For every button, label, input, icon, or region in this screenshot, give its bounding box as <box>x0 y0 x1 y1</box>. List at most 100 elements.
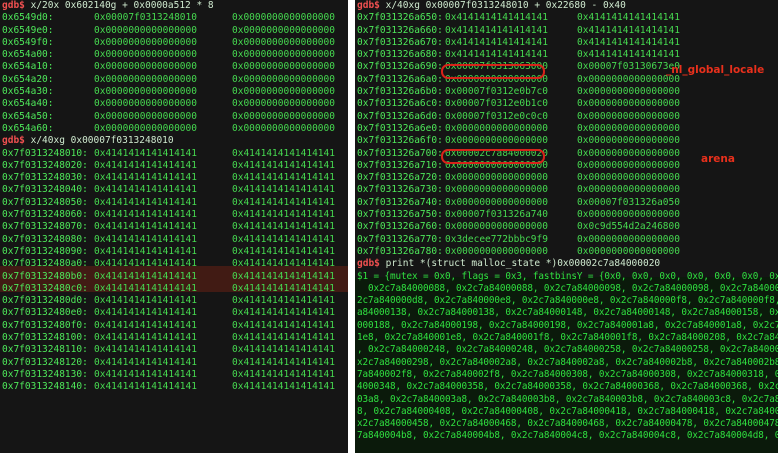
memory-row: 0x7f03132480b0: 0x4141414141414141 0x41414… <box>0 271 348 283</box>
memory-value: 0x4141414141414141 <box>94 381 197 393</box>
memory-address: 0x7f0313248010: <box>2 147 88 159</box>
memory-address: 0x7f031326a680: <box>357 49 443 61</box>
left-terminal[interactable]: gdb$ x/20x 0x602140g + 0x0000a512 * 8 0x6… <box>0 0 348 453</box>
memory-address: 0x654a10: <box>2 61 54 73</box>
memory-address: 0x7f03132480c0: <box>2 282 88 294</box>
memory-value: 0x0000000000000000 <box>232 86 335 98</box>
memory-address: 0x7f031326a730: <box>357 184 443 196</box>
memory-row: 0x7f031326a6d0: 0x00007f0312e0c0c0 0x00000… <box>355 111 778 123</box>
memory-address: 0x654a50: <box>2 110 54 122</box>
memory-value: 0x4141414141414141 <box>232 258 335 270</box>
memory-address: 0x7f031326a700: <box>357 147 443 159</box>
gdb-prompt: gdb$ <box>2 0 25 11</box>
memory-value: 0x4141414141414141 <box>94 319 197 331</box>
memory-row: 0x7f031326a750: 0x00007f031326a740 0x00000… <box>355 209 778 221</box>
memory-value: 0x0000000000000000 <box>232 61 335 73</box>
memory-row: 0x7f0313248020: 0x4141414141414141 0x41414… <box>0 160 348 172</box>
memory-value: 0x0000000000000000 <box>445 135 548 147</box>
memory-address: 0x7f0313248060: <box>2 209 88 221</box>
memory-row: 0x7f0313248060: 0x4141414141414141 0x41414… <box>0 209 348 221</box>
memory-value: 0x4141414141414141 <box>232 319 335 331</box>
memory-value: 0x4141414141414141 <box>94 332 197 344</box>
memory-value: 0x0000000000000000 <box>577 135 680 147</box>
memory-address: 0x7f03132480a0: <box>2 258 88 270</box>
memory-value: 0x4141414141414141 <box>232 295 335 307</box>
memory-value: 0x0000000000000000 <box>94 61 197 73</box>
memory-value: 0x4141414141414141 <box>232 270 335 282</box>
memory-address: 0x6549e0: <box>2 24 54 36</box>
memory-row: 0x7f031326a660: 0x4141414141414141 0x41414… <box>355 25 778 37</box>
memory-row: 0x7f0313248050: 0x4141414141414141 0x41414… <box>0 197 348 209</box>
memory-row: 0x7f0313248040: 0x4141414141414141 0x41414… <box>0 184 348 196</box>
memory-value: 0x0000000000000000 <box>445 172 548 184</box>
memory-value: 0x00007f0312e0c0c0 <box>445 110 548 122</box>
memory-address: 0x7f0313248050: <box>2 196 88 208</box>
memory-row: 0x6549e0: 0x0000000000000000 0x00000000000… <box>0 25 348 37</box>
memory-value: 0x0000000000000000 <box>445 196 548 208</box>
memory-value: 0x4141414141414141 <box>232 159 335 171</box>
command-text: x/20x 0x602140g + 0x0000a512 * 8 <box>24 0 214 11</box>
memory-value: 0x4141414141414141 <box>94 159 197 171</box>
memory-row: 0x7f03132480f0: 0x4141414141414141 0x41414… <box>0 320 348 332</box>
memory-row: 0x7f031326a770: 0x3decee772bbbc9f9 0x00000… <box>355 234 778 246</box>
memory-address: 0x7f03132480f0: <box>2 319 88 331</box>
memory-value: 0x4141414141414141 <box>445 24 548 36</box>
memory-value: 0x0000000000000000 <box>577 98 680 110</box>
memory-value: 0x4141414141414141 <box>232 147 335 159</box>
memory-value: 0x4141414141414141 <box>94 368 197 380</box>
memory-value: 0x4141414141414141 <box>445 12 548 24</box>
struct-output-line: 7a840002f8, 0x2c7a840002f8, 0x2c7a840003… <box>357 368 778 380</box>
memory-value: 0x4141414141414141 <box>232 332 335 344</box>
command-line: gdb$ x/20x 0x602140g + 0x0000a512 * 8 <box>0 0 348 12</box>
command-line: gdb$ x/40xg 0x00007f0313248010 <box>0 135 348 147</box>
memory-value: 0x0000000000000000 <box>94 86 197 98</box>
memory-address: 0x7f03132480e0: <box>2 307 88 319</box>
memory-row: 0x7f031326a740: 0x0000000000000000 0x00007… <box>355 197 778 209</box>
memory-address: 0x7f031326a6e0: <box>357 122 443 134</box>
memory-value: 0x4141414141414141 <box>232 344 335 356</box>
memory-address: 0x7f031326a6a0: <box>357 73 443 85</box>
memory-row: 0x654a60: 0x0000000000000000 0x00000000000… <box>0 123 348 135</box>
memory-row: 0x654a40: 0x0000000000000000 0x00000000000… <box>0 98 348 110</box>
memory-value: 0x0000000000000000 <box>445 221 548 233</box>
memory-address: 0x7f0313248080: <box>2 233 88 245</box>
memory-row: 0x7f031326a720: 0x0000000000000000 0x00000… <box>355 172 778 184</box>
memory-address: 0x654a30: <box>2 86 54 98</box>
memory-value: 0x0000000000000000 <box>577 86 680 98</box>
memory-address: 0x7f031326a660: <box>357 24 443 36</box>
memory-value: 0x0000000000000000 <box>232 36 335 48</box>
memory-value: 0x4141414141414141 <box>94 282 197 294</box>
memory-address: 0x7f031326a740: <box>357 196 443 208</box>
memory-value: 0x0000000000000000 <box>232 110 335 122</box>
right-terminal[interactable]: gdb$ x/40xg 0x00007f0313248010 + 0x22680… <box>355 0 778 453</box>
memory-value: 0x4141414141414141 <box>232 196 335 208</box>
memory-value: 0x4141414141414141 <box>232 381 335 393</box>
memory-address: 0x7f031326a720: <box>357 172 443 184</box>
memory-address: 0x7f031326a6c0: <box>357 98 443 110</box>
memory-row: 0x7f0313248120: 0x4141414141414141 0x41414… <box>0 357 348 369</box>
annotation-arena: arena <box>701 153 735 165</box>
memory-value: 0x4141414141414141 <box>94 196 197 208</box>
memory-address: 0x7f0313248140: <box>2 381 88 393</box>
memory-row: 0x7f03132480a0: 0x4141414141414141 0x41414… <box>0 258 348 270</box>
memory-address: 0x7f031326a710: <box>357 159 443 171</box>
memory-value: 0x4141414141414141 <box>94 221 197 233</box>
memory-value: 0x4141414141414141 <box>232 307 335 319</box>
memory-address: 0x7f0313248070: <box>2 221 88 233</box>
memory-row: 0x7f031326a650: 0x4141414141414141 0x41414… <box>355 12 778 24</box>
struct-output-line: x2c7a84000458, 0x2c7a84000468, 0x2c7a840… <box>357 418 778 430</box>
command-line: gdb$ x/40xg 0x00007f0313248010 + 0x22680… <box>355 0 778 12</box>
memory-value: 0x4141414141414141 <box>94 270 197 282</box>
memory-row: 0x654a00: 0x0000000000000000 0x00000000000… <box>0 49 348 61</box>
memory-value: 0x0000000000000000 <box>94 73 197 85</box>
command-line: gdb$ print *(struct malloc_state *)0x000… <box>355 258 778 270</box>
memory-value: 0x4141414141414141 <box>577 36 680 48</box>
memory-value: 0x00007f031326a050 <box>577 196 680 208</box>
struct-output-line: 1e8, 0x2c7a840001e8, 0x2c7a840001f8, 0x2… <box>357 332 778 344</box>
memory-value: 0x4141414141414141 <box>577 24 680 36</box>
memory-value: 0x0000000000000000 <box>577 184 680 196</box>
memory-row: 0x7f03132480c0: 0x4141414141414141 0x41414… <box>0 283 348 295</box>
memory-value: 0x0000000000000000 <box>232 24 335 36</box>
memory-value: 0x0000000000000000 <box>232 73 335 85</box>
memory-value: 0x0000000000000000 <box>577 233 680 245</box>
